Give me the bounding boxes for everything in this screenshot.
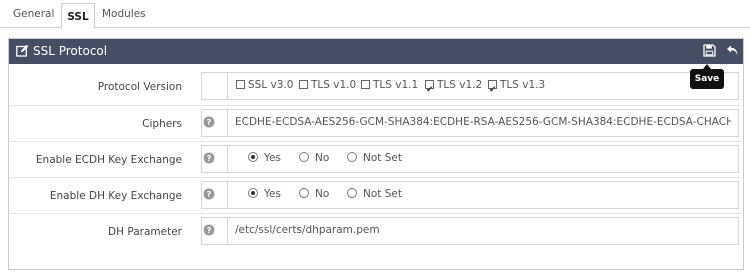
checkbox-box	[236, 80, 245, 89]
dh-label: Enable DH Key Exchange	[49, 190, 182, 202]
protocol-version-options: SSL v3.0 TLS v1.0 TLS v1.1 TLS v1.2 TLS …	[227, 72, 739, 103]
edit-icon	[16, 44, 29, 60]
ciphers-row: Ciphers ? ECDHE-ECDSA-AES256-GCM-SHA384:…	[8, 105, 742, 142]
protocol-version-row: Protocol Version SSL v3.0 TLS v1.0 TLS v…	[8, 69, 742, 105]
radio-dot	[299, 152, 309, 162]
dh-parameter-input[interactable]: /etc/ssl/certs/dhparam.pem	[227, 217, 739, 245]
tab-ssl[interactable]: SSL	[61, 3, 95, 29]
checkbox-box	[488, 77, 497, 103]
checkbox-label: SSL v3.0	[248, 79, 294, 91]
dh-row: Enable DH Key Exchange ? Yes No Not Set	[8, 177, 742, 214]
ecdh-not-set-radio[interactable]: Not Set	[347, 145, 402, 171]
help-icon[interactable]: ?	[203, 224, 217, 238]
radio-label: Yes	[264, 188, 281, 200]
ciphers-value: ECDHE-ECDSA-AES256-GCM-SHA384:ECDHE-RSA-…	[235, 116, 731, 128]
save-icon[interactable]	[703, 44, 717, 58]
dh-not-set-radio[interactable]: Not Set	[347, 181, 402, 207]
ecdh-yes-radio[interactable]: Yes	[248, 145, 281, 171]
ssl-v30-checkbox[interactable]: SSL v3.0	[236, 72, 293, 98]
tab-bar-divider	[0, 27, 750, 28]
ciphers-label: Ciphers	[142, 118, 182, 130]
panel-title: SSL Protocol	[33, 44, 108, 58]
tls-v10-checkbox[interactable]: TLS v1.0	[299, 72, 356, 98]
dh-options: Yes No Not Set	[227, 181, 739, 209]
checkbox-box	[299, 80, 308, 89]
tls-v11-checkbox[interactable]: TLS v1.1	[361, 72, 418, 98]
dh-parameter-row: DH Parameter ? /etc/ssl/certs/dhparam.pe…	[8, 213, 742, 250]
radio-label: Yes	[264, 152, 281, 164]
ecdh-label: Enable ECDH Key Exchange	[35, 154, 182, 166]
ecdh-row: Enable ECDH Key Exchange ? Yes No Not Se…	[8, 141, 742, 178]
ciphers-input[interactable]: ECDHE-ECDSA-AES256-GCM-SHA384:ECDHE-RSA-…	[227, 109, 739, 137]
checkbox-label: TLS v1.2	[437, 79, 483, 91]
tab-general[interactable]: General	[9, 4, 58, 24]
checkbox-label: TLS v1.0	[311, 79, 357, 91]
undo-icon[interactable]	[726, 44, 740, 58]
radio-dot	[299, 188, 309, 198]
help-icon[interactable]: ?	[203, 152, 217, 166]
radio-dot	[347, 188, 357, 198]
dh-no-radio[interactable]: No	[299, 181, 329, 207]
svg-text:?: ?	[207, 118, 212, 127]
radio-dot	[347, 152, 357, 162]
help-icon[interactable]: ?	[203, 116, 217, 130]
radio-label: No	[315, 152, 330, 164]
checkbox-label: TLS v1.1	[373, 79, 419, 91]
radio-dot	[248, 188, 258, 198]
save-tooltip: Save	[690, 64, 724, 89]
checkbox-box	[425, 77, 434, 103]
tls-v12-checkbox[interactable]: TLS v1.2	[425, 72, 483, 103]
panel-header: SSL Protocol	[9, 39, 743, 64]
dh-parameter-value: /etc/ssl/certs/dhparam.pem	[235, 224, 380, 236]
svg-text:?: ?	[207, 226, 212, 235]
tls-v13-checkbox[interactable]: TLS v1.3	[488, 72, 546, 103]
radio-dot	[248, 152, 258, 162]
radio-label: Not Set	[363, 188, 402, 200]
tab-bar: General SSL Modules	[0, 0, 750, 29]
dh-parameter-label: DH Parameter	[108, 226, 182, 238]
dh-yes-radio[interactable]: Yes	[248, 181, 281, 207]
help-icon[interactable]: ?	[203, 188, 217, 202]
svg-text:?: ?	[207, 190, 212, 199]
protocol-version-label: Protocol Version	[97, 81, 182, 93]
tab-modules[interactable]: Modules	[98, 4, 150, 24]
svg-text:?: ?	[207, 154, 212, 163]
radio-label: Not Set	[363, 152, 402, 164]
checkbox-label: TLS v1.3	[500, 79, 546, 91]
checkbox-box	[361, 80, 370, 89]
radio-label: No	[315, 188, 330, 200]
ecdh-no-radio[interactable]: No	[299, 145, 329, 171]
ecdh-options: Yes No Not Set	[227, 145, 739, 173]
